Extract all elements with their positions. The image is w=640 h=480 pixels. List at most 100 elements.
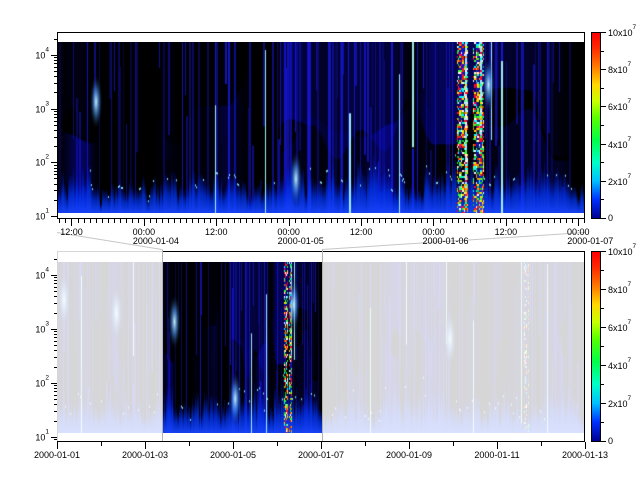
y-major-tick: [51, 216, 57, 217]
x-minor-tick: [313, 219, 314, 223]
colorbar-minor-tick: [601, 346, 604, 347]
x-minor-tick: [189, 442, 190, 446]
x-minor-tick: [548, 219, 549, 223]
x-minor-tick: [554, 219, 555, 223]
y-minor-tick: [54, 178, 57, 179]
x-tick-date-label: 2000-01-06: [422, 236, 468, 246]
x-minor-tick: [307, 219, 308, 223]
y-minor-tick: [54, 168, 57, 169]
x-minor-tick: [198, 219, 199, 223]
y-major-tick: [51, 162, 57, 163]
y-minor-tick: [54, 287, 57, 288]
y-major-tick: [51, 275, 57, 276]
colorbar-minor-tick: [601, 422, 604, 423]
y-minor-tick: [54, 60, 57, 61]
y-minor-tick: [54, 63, 57, 64]
x-minor-tick: [84, 219, 85, 223]
x-minor-tick: [542, 219, 543, 223]
y-minor-tick: [54, 341, 57, 342]
y-major-tick: [51, 383, 57, 384]
x-minor-tick: [541, 442, 542, 446]
y-minor-tick: [54, 67, 57, 68]
x-tick-date-label: 2000-01-11: [474, 450, 519, 460]
y-minor-tick: [54, 395, 57, 396]
y-minor-tick: [54, 291, 57, 292]
x-minor-tick: [560, 219, 561, 223]
x-minor-tick: [379, 219, 380, 223]
x-minor-tick: [114, 219, 115, 223]
x-minor-tick: [162, 219, 163, 223]
y-minor-tick: [54, 391, 57, 392]
x-minor-tick: [427, 219, 428, 223]
y-minor-tick: [54, 259, 57, 260]
colorbar-minor-tick: [601, 88, 604, 89]
x-tick-date-label: 2000-01-05: [210, 450, 256, 460]
x-major-tick: [71, 219, 72, 226]
x-minor-tick: [470, 219, 471, 223]
y-tick-label: 103: [35, 322, 49, 334]
y-major-tick: [51, 55, 57, 56]
colorbar-minor-tick: [601, 125, 604, 126]
colorbar-tick-label: 4x107: [608, 138, 631, 150]
colorbar-tick-label: 10x107: [608, 245, 636, 257]
colorbar-tick-label: 0: [608, 213, 613, 223]
x-minor-tick: [482, 219, 483, 223]
x-major-tick: [409, 442, 410, 449]
x-minor-tick: [277, 219, 278, 223]
x-minor-tick: [337, 219, 338, 223]
x-minor-tick: [283, 219, 284, 223]
x-minor-tick: [246, 219, 247, 223]
y-minor-tick: [54, 404, 57, 405]
x-major-tick: [145, 442, 146, 449]
x-minor-tick: [365, 442, 366, 446]
x-minor-tick: [331, 219, 332, 223]
x-minor-tick: [385, 219, 386, 223]
colorbar-major-tick: [601, 144, 606, 145]
x-minor-tick: [210, 219, 211, 223]
y-minor-tick: [54, 296, 57, 297]
x-minor-tick: [566, 219, 567, 223]
colorbar-major-tick: [601, 251, 606, 252]
x-minor-tick: [150, 219, 151, 223]
x-minor-tick: [403, 219, 404, 223]
y-major-tick: [51, 329, 57, 330]
colorbar-minor-tick: [601, 270, 604, 271]
y-minor-tick: [54, 57, 57, 58]
x-minor-tick: [349, 219, 350, 223]
x-major-tick: [321, 442, 322, 449]
x-minor-tick: [234, 219, 235, 223]
y-minor-tick: [54, 137, 57, 138]
x-minor-tick: [174, 219, 175, 223]
y-minor-tick: [54, 165, 57, 166]
y-tick-label: 104: [35, 268, 49, 280]
x-minor-tick: [572, 219, 573, 223]
y-minor-tick: [54, 337, 57, 338]
y-tick-label: 103: [35, 102, 49, 114]
x-minor-tick: [524, 219, 525, 223]
x-minor-tick: [295, 219, 296, 223]
y-minor-tick: [54, 39, 57, 40]
y-minor-tick: [54, 184, 57, 185]
dimmed-region-right: [323, 253, 584, 441]
colorbar-tick-label: 8x107: [608, 63, 631, 75]
x-minor-tick: [453, 442, 454, 446]
y-minor-tick: [54, 421, 57, 422]
x-minor-tick: [96, 219, 97, 223]
colorbar-major-tick: [601, 327, 606, 328]
y-minor-tick: [54, 114, 57, 115]
x-tick-date-label: 2000-01-03: [122, 450, 168, 460]
y-tick-label: 102: [35, 376, 49, 388]
y-minor-tick: [54, 399, 57, 400]
top-spectrogram-image: [58, 42, 584, 213]
x-major-tick: [233, 442, 234, 449]
x-tick-date-label: 2000-01-01: [34, 450, 80, 460]
x-minor-tick: [452, 219, 453, 223]
x-minor-tick: [59, 219, 60, 223]
y-minor-tick: [54, 385, 57, 386]
colorbar-major-tick: [601, 106, 606, 107]
colorbar-tick-label: 6x107: [608, 321, 631, 333]
x-tick-date-label: 2000-01-05: [278, 236, 324, 246]
x-major-tick: [144, 219, 145, 226]
y-tick-label: 104: [35, 48, 49, 60]
colorbar-minor-tick: [601, 199, 604, 200]
